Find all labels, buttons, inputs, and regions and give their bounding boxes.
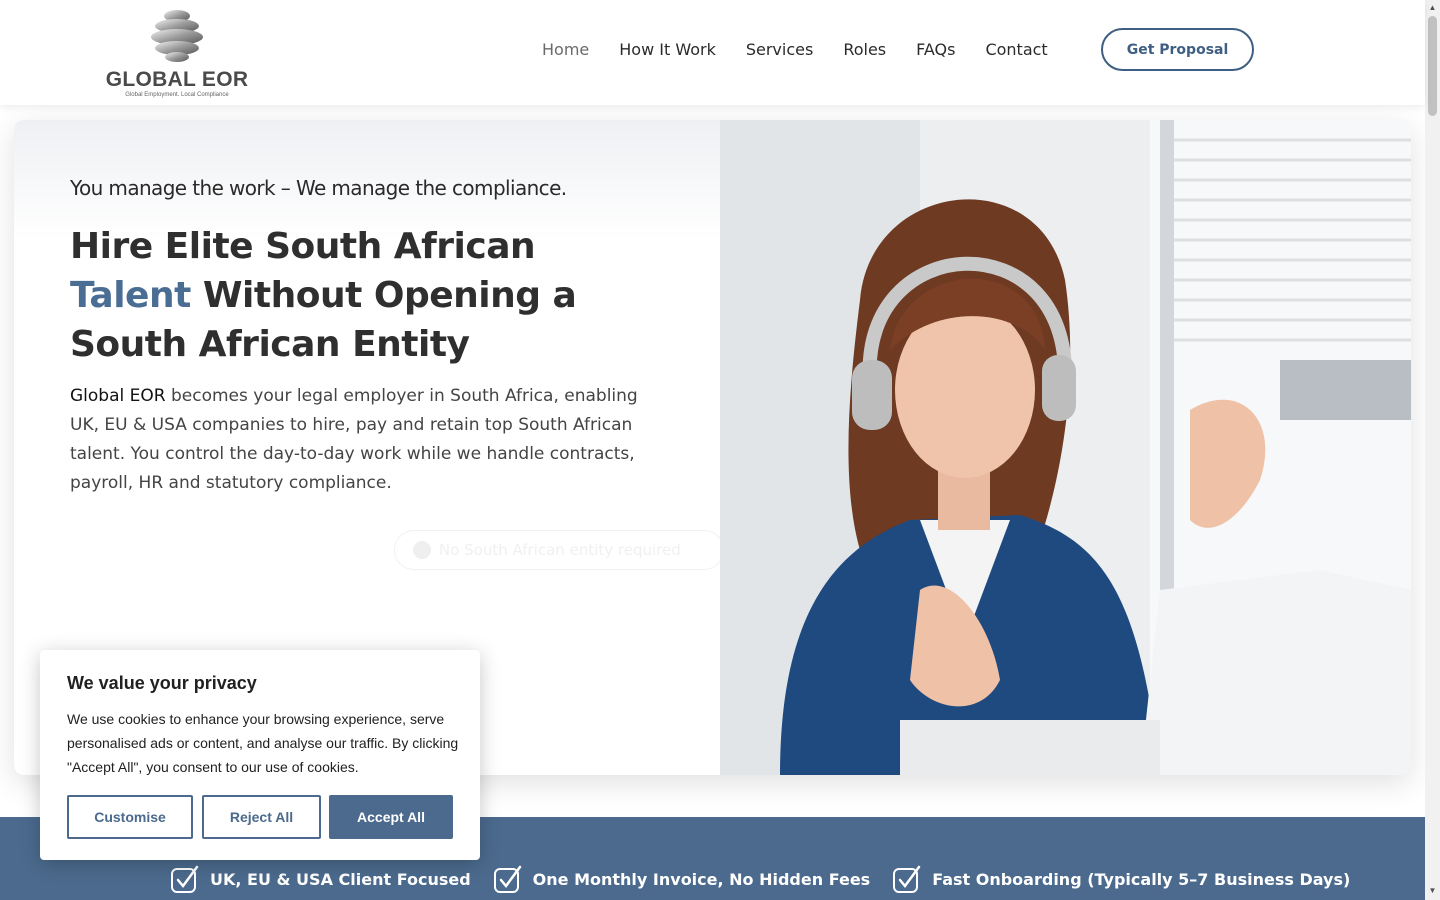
logo-text: GLOBAL EOR — [105, 68, 249, 91]
check-circle-icon — [413, 541, 431, 559]
benefit-item: UK, EU & USA Client Focused — [170, 865, 471, 894]
scroll-up-icon[interactable]: ▲ — [1428, 3, 1437, 12]
checkbox-check-icon — [171, 865, 199, 893]
benefit-item: Fast Onboarding (Typically 5–7 Business … — [892, 865, 1350, 894]
globe-logo-icon — [151, 10, 203, 62]
scrollbar-thumb[interactable] — [1428, 16, 1437, 116]
page-scrollbar[interactable]: ▲ ▼ — [1425, 0, 1440, 900]
reject-all-button[interactable]: Reject All — [202, 795, 321, 839]
hero-desc-brand: Global EOR — [70, 386, 166, 406]
benefit-item: One Monthly Invoice, No Hidden Fees — [493, 865, 871, 894]
hero-title-accent: Talent — [70, 275, 191, 316]
benefits-list: UK, EU & USA Client Focused One Monthly … — [170, 865, 1350, 894]
hero-title-line1: Hire Elite South African — [70, 226, 536, 267]
hero-photo — [720, 120, 1411, 775]
accept-all-button[interactable]: Accept All — [329, 795, 453, 839]
logo[interactable]: GLOBAL EOR Global Employment. Local Comp… — [104, 6, 250, 102]
nav-how-it-work[interactable]: How It Work — [619, 40, 716, 59]
cookie-text: We use cookies to enhance your browsing … — [67, 711, 459, 775]
site-header: GLOBAL EOR Global Employment. Local Comp… — [0, 0, 1425, 105]
scroll-down-icon[interactable]: ▼ — [1428, 886, 1437, 895]
hero-tagline: You manage the work – We manage the comp… — [70, 176, 567, 200]
hero-description: Global EOR becomes your legal employer i… — [70, 382, 670, 498]
cookie-consent-dialog: We value your privacy We use cookies to … — [40, 650, 480, 860]
no-entity-badge-label: No South African entity required — [439, 541, 681, 559]
woman-with-headset-image — [720, 120, 1411, 775]
hero-title: Hire Elite South African Talent Without … — [70, 222, 690, 369]
checkbox-check-icon — [493, 865, 521, 893]
logo-tagline: Global Employment. Local Compliance — [125, 92, 229, 98]
nav-faqs[interactable]: FAQs — [916, 40, 955, 59]
nav-home[interactable]: Home — [542, 40, 589, 59]
nav-services[interactable]: Services — [746, 40, 813, 59]
checkbox-check-icon — [893, 865, 921, 893]
cookie-title: We value your privacy — [67, 673, 257, 693]
benefit-label: UK, EU & USA Client Focused — [210, 870, 471, 889]
nav-roles[interactable]: Roles — [843, 40, 886, 59]
get-proposal-button[interactable]: Get Proposal — [1101, 28, 1254, 71]
benefit-label: Fast Onboarding (Typically 5–7 Business … — [932, 870, 1351, 889]
benefit-label: One Monthly Invoice, No Hidden Fees — [532, 870, 871, 889]
customise-button[interactable]: Customise — [67, 795, 193, 839]
main-nav: Home How It Work Services Roles FAQs Con… — [542, 40, 1048, 59]
no-entity-badge: No South African entity required — [394, 530, 724, 570]
nav-contact[interactable]: Contact — [985, 40, 1047, 59]
